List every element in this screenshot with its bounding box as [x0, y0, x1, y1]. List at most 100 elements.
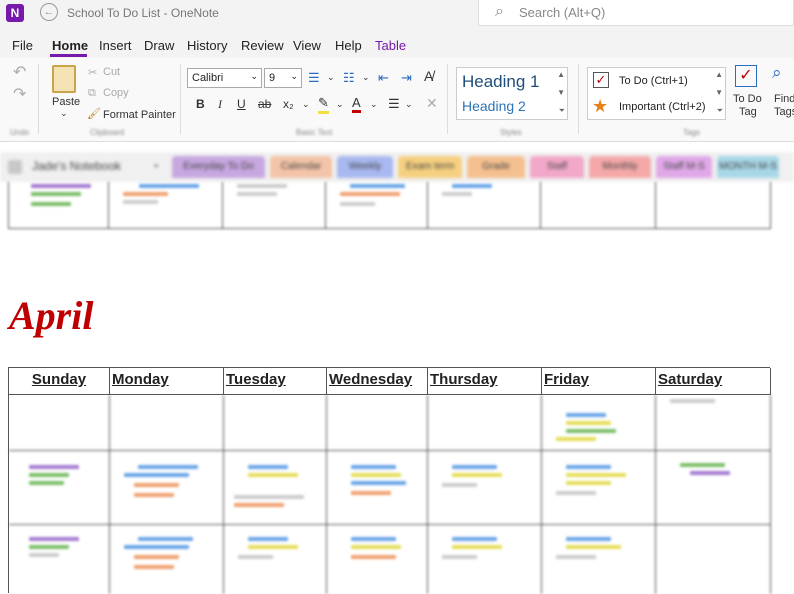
scroll-up-icon[interactable]: ▲ [715, 70, 723, 79]
chevron-down-icon[interactable]: ⌄ [336, 99, 344, 110]
delete-icon[interactable]: ✕ [426, 95, 438, 112]
more-tags-icon[interactable]: ⏷ [717, 106, 723, 116]
calendar-cell[interactable] [109, 182, 223, 229]
section-tab[interactable]: MONTH M-S [717, 156, 779, 178]
chevron-down-icon[interactable]: ⌄ [405, 99, 413, 110]
calendar-cell[interactable] [428, 395, 542, 451]
calendar-cell[interactable] [327, 525, 428, 594]
todo-tag-button-line1[interactable]: To Do [733, 93, 762, 105]
section-tab[interactable]: Monthly [589, 156, 651, 178]
calendar-cell[interactable] [656, 395, 771, 451]
notebook-icon[interactable] [8, 160, 22, 174]
calendar-cell[interactable] [656, 525, 771, 594]
cut-icon[interactable]: ✂ [88, 66, 97, 79]
section-tab[interactable]: Staff M-S [656, 156, 712, 178]
menu-help[interactable]: Help [335, 38, 362, 53]
chevron-down-icon[interactable]: ⌄ [362, 72, 370, 83]
chevron-down-icon[interactable]: ⌄ [152, 159, 160, 170]
paste-icon[interactable] [52, 65, 76, 93]
todo-tag-icon[interactable]: ✓ [735, 65, 757, 87]
copy-icon[interactable]: ⧉ [88, 87, 96, 100]
font-size-select[interactable]: 9 ⌄ [264, 68, 302, 88]
heading-2-style[interactable]: Heading 2 [462, 98, 526, 114]
format-painter-icon[interactable]: 🖌 [87, 107, 101, 120]
calendar-cell[interactable] [9, 525, 110, 594]
calendar-cell[interactable] [541, 182, 656, 229]
menu-table[interactable]: Table [375, 38, 406, 53]
menu-file[interactable]: File [12, 38, 33, 53]
calendar-cell[interactable] [110, 451, 224, 525]
section-tab[interactable]: Staff [530, 156, 584, 178]
menu-home[interactable]: Home [52, 38, 88, 53]
scroll-down-icon[interactable]: ▼ [715, 88, 723, 97]
decrease-indent-icon[interactable]: ⇤ [378, 70, 389, 86]
highlight-icon[interactable]: ✎ [318, 95, 329, 114]
find-tags-icon[interactable]: ⌕ [772, 63, 782, 83]
subscript-icon[interactable]: x₂ [283, 97, 294, 111]
scroll-up-icon[interactable]: ▲ [557, 70, 565, 79]
calendar-cell[interactable] [656, 451, 771, 525]
menu-review[interactable]: Review [241, 38, 284, 53]
clear-formatting-icon[interactable]: A̸ [424, 68, 433, 84]
copy-button[interactable]: Copy [103, 87, 129, 99]
calendar-cell[interactable] [428, 525, 542, 594]
calendar-cell[interactable] [224, 395, 327, 451]
styles-gallery[interactable]: Heading 1 Heading 2 ▲ ▼ ⏷ [456, 67, 568, 120]
menu-view[interactable]: View [293, 38, 321, 53]
calendar-cell[interactable] [223, 182, 326, 229]
menu-insert[interactable]: Insert [99, 38, 132, 53]
font-color-icon[interactable]: A [352, 95, 361, 113]
chevron-down-icon[interactable]: ⌄ [327, 72, 335, 83]
bullets-icon[interactable]: ☰ [308, 70, 320, 86]
calendar-cell[interactable] [656, 182, 771, 229]
cut-button[interactable]: Cut [103, 66, 120, 78]
numbering-icon[interactable]: ☷ [343, 70, 355, 86]
paste-button[interactable]: Paste [52, 96, 80, 108]
undo-icon[interactable]: ↶ [13, 62, 26, 82]
calendar-cell[interactable] [224, 525, 327, 594]
calendar-cell[interactable] [9, 451, 110, 525]
format-painter-button[interactable]: Format Painter [103, 109, 176, 121]
calendar-cell[interactable] [542, 451, 656, 525]
section-tab[interactable]: Calendar [270, 156, 332, 178]
bold-icon[interactable]: B [196, 97, 205, 111]
todo-tag-button-line2[interactable]: Tag [739, 106, 757, 118]
important-tag-option[interactable]: Important (Ctrl+2) [619, 101, 706, 113]
calendar-cell[interactable] [327, 451, 428, 525]
calendar-cell[interactable] [224, 451, 327, 525]
find-tags-button-line2[interactable]: Tags [774, 106, 794, 118]
chevron-down-icon[interactable]: ⌄ [302, 99, 310, 110]
todo-tag-option[interactable]: To Do (Ctrl+1) [619, 75, 688, 87]
section-tab[interactable]: Grade [467, 156, 525, 178]
calendar-cell[interactable] [428, 451, 542, 525]
redo-icon[interactable]: ↷ [13, 84, 26, 104]
italic-icon[interactable]: I [218, 97, 222, 112]
tags-gallery[interactable]: ✓ To Do (Ctrl+1) ★ Important (Ctrl+2) ▲ … [587, 67, 726, 120]
paste-dropdown-icon[interactable]: ⌄ [60, 108, 68, 119]
calendar-cell[interactable] [327, 395, 428, 451]
strikethrough-icon[interactable]: ab [258, 97, 271, 111]
calendar-cell[interactable] [542, 525, 656, 594]
section-tab[interactable]: Everyday To Do [172, 156, 265, 178]
notebook-name[interactable]: Jade's Notebook [32, 159, 121, 173]
section-tab[interactable]: Weekly [337, 156, 393, 178]
scroll-down-icon[interactable]: ▼ [557, 88, 565, 97]
menu-draw[interactable]: Draw [144, 38, 174, 53]
align-icon[interactable]: ☰ [388, 96, 400, 112]
calendar-cell[interactable] [110, 395, 224, 451]
find-tags-button-line1[interactable]: Find [774, 93, 794, 105]
chevron-down-icon[interactable]: ⌄ [370, 99, 378, 110]
calendar-cell[interactable] [326, 182, 428, 229]
underline-icon[interactable]: U [237, 97, 246, 111]
calendar-cell[interactable] [110, 525, 224, 594]
calendar-cell[interactable] [428, 182, 541, 229]
calendar-cell[interactable] [8, 182, 109, 229]
increase-indent-icon[interactable]: ⇥ [401, 70, 412, 86]
section-tab[interactable]: Exam term [398, 156, 462, 178]
font-family-select[interactable]: Calibri ⌄ [187, 68, 262, 88]
heading-1-style[interactable]: Heading 1 [462, 72, 540, 92]
search-icon[interactable]: ⌕ [495, 3, 504, 21]
more-styles-icon[interactable]: ⏷ [559, 106, 565, 116]
back-arrow-icon[interactable]: ← [40, 3, 58, 21]
calendar-cell[interactable] [542, 395, 656, 451]
